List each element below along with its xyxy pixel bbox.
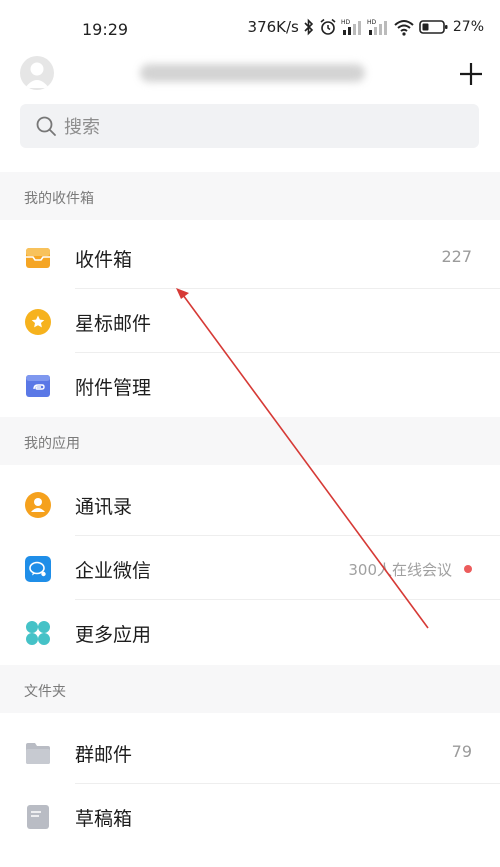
- section-title: 我的收件箱: [24, 191, 94, 207]
- section-header-mailboxes: 我的收件箱: [0, 172, 500, 220]
- list-item-wecom[interactable]: 企业微信 300人在线会议: [0, 537, 500, 600]
- item-label: 群邮件: [75, 744, 133, 766]
- folder-icon: [26, 743, 50, 764]
- plus-icon: [460, 63, 482, 85]
- inbox-icon: [26, 248, 50, 268]
- add-button[interactable]: [455, 58, 487, 90]
- unread-count: 79: [451, 742, 472, 761]
- list-item-contacts[interactable]: 通讯录: [0, 473, 500, 536]
- divider: [75, 783, 500, 784]
- list-item-starred[interactable]: 星标邮件: [0, 290, 500, 353]
- section-title: 文件夹: [24, 684, 66, 700]
- item-label: 星标邮件: [75, 313, 152, 335]
- header: [0, 50, 500, 96]
- section-header-folders: 文件夹: [0, 665, 500, 713]
- svg-text:HD: HD: [341, 19, 351, 26]
- signal-icon-2: HD: [367, 19, 387, 35]
- item-label: 更多应用: [75, 624, 152, 646]
- drafts-icon: [27, 805, 49, 829]
- star-icon: [25, 309, 51, 335]
- contacts-icon: [25, 492, 51, 518]
- meeting-note: 300人在线会议: [348, 561, 452, 579]
- list-item-inbox[interactable]: 收件箱 227: [0, 226, 500, 289]
- svg-text:HD: HD: [367, 19, 377, 26]
- search-icon: [36, 116, 56, 136]
- notification-dot: [464, 565, 472, 573]
- divider: [75, 599, 500, 600]
- signal-icon-1: HD: [341, 19, 361, 35]
- avatar[interactable]: [20, 56, 54, 90]
- network-speed: 376K/s: [247, 18, 299, 36]
- item-label: 收件箱: [75, 249, 133, 271]
- item-label: 草稿箱: [75, 808, 133, 830]
- wifi-icon: [394, 20, 414, 36]
- battery-percent: 27%: [452, 19, 484, 35]
- list-item-drafts[interactable]: 草稿箱: [0, 785, 500, 848]
- list-item-attachments[interactable]: 附件管理: [0, 354, 500, 417]
- divider: [75, 352, 500, 353]
- more-apps-icon: [26, 621, 50, 645]
- avatar-placeholder-icon: [25, 62, 49, 88]
- item-label: 附件管理: [75, 377, 152, 399]
- attachment-icon: [26, 375, 50, 397]
- status-time: 19:29: [82, 20, 129, 39]
- unread-count: 227: [441, 247, 472, 266]
- item-label: 企业微信: [75, 560, 152, 582]
- alarm-icon: [320, 18, 336, 35]
- search-placeholder: 搜索: [64, 117, 100, 138]
- battery-icon: [419, 20, 448, 34]
- status-icons: 376K/s HD HD 27%: [248, 18, 484, 36]
- item-label: 通讯录: [75, 496, 133, 518]
- search-input[interactable]: 搜索: [20, 104, 479, 148]
- list-item-group-mail[interactable]: 群邮件 79: [0, 721, 500, 784]
- divider: [75, 288, 500, 289]
- divider: [75, 535, 500, 536]
- section-header-apps: 我的应用: [0, 417, 500, 465]
- account-email-redacted[interactable]: [140, 64, 365, 82]
- section-title: 我的应用: [24, 436, 80, 452]
- wecom-icon: [25, 556, 51, 582]
- bluetooth-icon: [304, 18, 314, 36]
- list-item-more-apps[interactable]: 更多应用: [0, 601, 500, 664]
